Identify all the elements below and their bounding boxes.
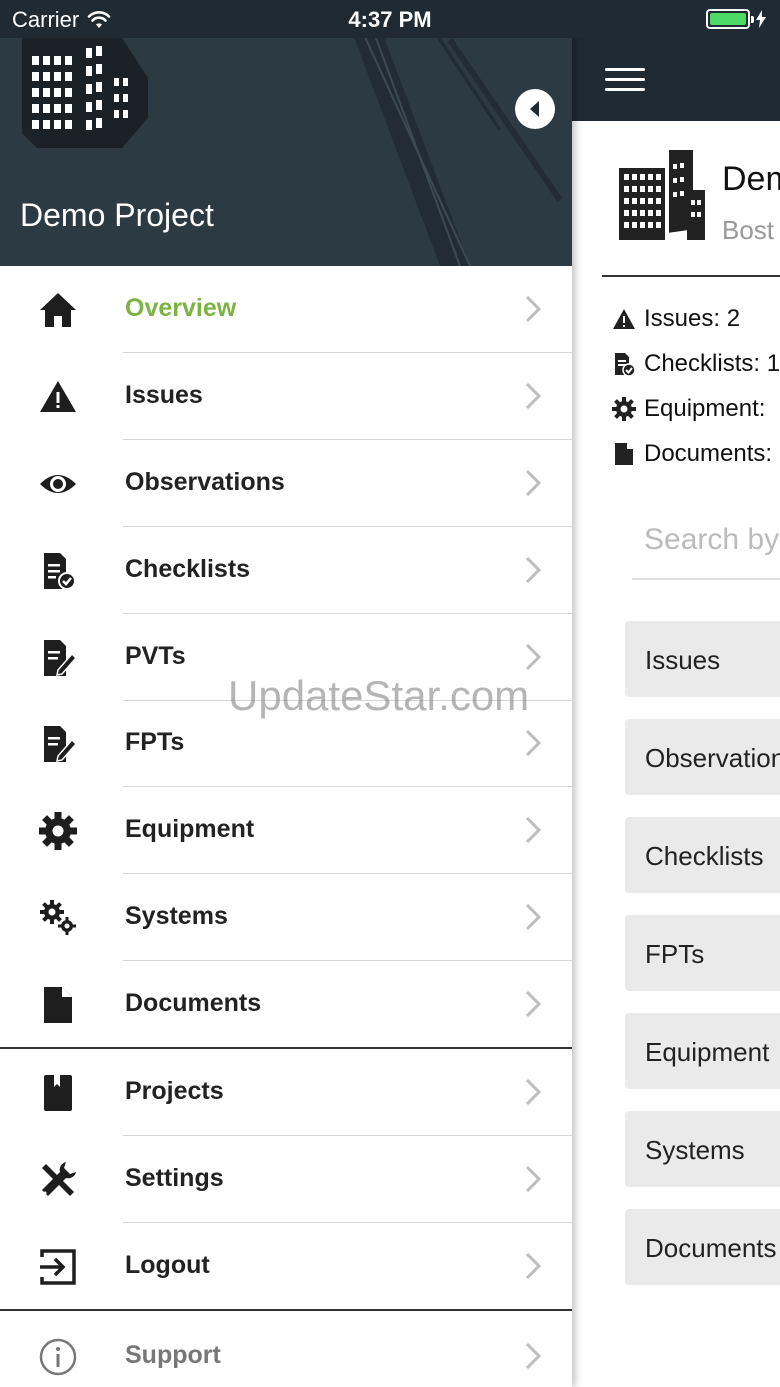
- chevron-right-icon: [525, 382, 542, 410]
- menu-item-label: Support: [125, 1341, 221, 1369]
- menu-item-label: Overview: [125, 294, 237, 322]
- chevron-right-icon: [525, 1165, 542, 1193]
- battery-icon: [706, 9, 754, 29]
- menu-item-label: FPTs: [125, 728, 185, 756]
- menu-item-settings[interactable]: Settings: [0, 1136, 572, 1223]
- stat-equipment: Equipment:: [612, 395, 765, 423]
- checklist-icon: [615, 353, 636, 376]
- menu-item-label: Projects: [125, 1077, 224, 1105]
- document-icon: [615, 443, 633, 465]
- building-logo: [22, 38, 148, 148]
- header-divider: [602, 275, 780, 277]
- quick-link-systems[interactable]: Systems: [625, 1111, 780, 1187]
- menu-item-projects[interactable]: Projects: [0, 1049, 572, 1136]
- tools-icon: [42, 1162, 76, 1196]
- menu-item-logout[interactable]: Logout: [0, 1223, 572, 1310]
- quick-link-fpts[interactable]: FPTs: [625, 915, 780, 991]
- chevron-right-icon: [525, 729, 542, 757]
- eye-icon: [40, 475, 76, 493]
- project-name: Demo Project: [20, 197, 214, 233]
- quick-link-label: Systems: [645, 1135, 745, 1165]
- menu-item-pvts[interactable]: PVTs: [0, 614, 572, 701]
- caret-left-icon: [530, 101, 539, 117]
- logout-icon: [40, 1249, 76, 1285]
- stat-issues-label: Issues: 2: [644, 305, 741, 332]
- warning-icon: [613, 309, 635, 329]
- menu-item-checklists[interactable]: Checklists: [0, 527, 572, 614]
- chevron-right-icon: [525, 469, 542, 497]
- hamburger-menu-icon[interactable]: [605, 68, 645, 92]
- stat-equipment-label: Equipment:: [644, 395, 766, 422]
- drawer-header: Demo Project: [0, 0, 572, 266]
- quick-link-issues[interactable]: Issues: [625, 621, 780, 697]
- menu-item-systems[interactable]: Systems: [0, 874, 572, 961]
- collapse-drawer-button[interactable]: [515, 89, 555, 129]
- chevron-right-icon: [525, 816, 542, 844]
- warning-icon: [40, 381, 76, 412]
- clock: 4:37 PM: [348, 7, 432, 32]
- search-placeholder: Search by: [644, 523, 780, 556]
- menu-item-fpts[interactable]: FPTs: [0, 700, 572, 787]
- menu-item-label: Systems: [125, 902, 228, 930]
- stat-issues: Issues: 2: [612, 305, 740, 333]
- stat-documents: Documents:: [612, 440, 772, 468]
- stat-checklists: Checklists: 1: [612, 350, 780, 378]
- chevron-right-icon: [525, 1252, 542, 1280]
- menu-item-issues[interactable]: Issues: [0, 353, 572, 440]
- bookmark-icon: [44, 1075, 72, 1111]
- gear-icon: [39, 812, 77, 850]
- crane-background-image: [340, 0, 563, 266]
- quick-link-equipment[interactable]: Equipment: [625, 1013, 780, 1089]
- stat-documents-label: Documents:: [644, 440, 773, 467]
- menu-item-label: Equipment: [125, 815, 255, 843]
- project-title: Dem: [722, 160, 780, 198]
- quick-link-label: Documents: [645, 1233, 777, 1263]
- chevron-right-icon: [525, 556, 542, 584]
- menu-item-label: Settings: [125, 1164, 224, 1192]
- gears-icon: [40, 900, 76, 935]
- chevron-right-icon: [525, 643, 542, 671]
- project-location: Bost: [722, 215, 775, 245]
- quick-link-documents[interactable]: Documents: [625, 1209, 780, 1285]
- chevron-right-icon: [525, 1342, 542, 1370]
- info-icon: [39, 1338, 77, 1376]
- menu-item-label: Documents: [125, 989, 262, 1017]
- quick-link-label: Equipment: [645, 1037, 770, 1067]
- project-building-logo: [619, 150, 705, 240]
- menu-item-documents[interactable]: Documents: [0, 961, 572, 1048]
- quick-link-label: Issues: [645, 645, 721, 675]
- menu-item-overview[interactable]: Overview: [0, 266, 572, 353]
- quick-link-checklists[interactable]: Checklists: [625, 817, 780, 893]
- menu-item-label: Observations: [125, 468, 285, 496]
- quick-link-label: FPTs: [645, 939, 705, 969]
- menu-item-observations[interactable]: Observations: [0, 440, 572, 527]
- menu-item-label: Logout: [125, 1251, 210, 1279]
- search-input[interactable]: Search by: [632, 505, 780, 580]
- battery-indicator: [706, 9, 766, 29]
- quick-link-label: Checklists: [645, 841, 764, 871]
- menu-item-label: Issues: [125, 381, 203, 409]
- charging-bolt-icon: [756, 10, 766, 28]
- main-content: Dem Bost Issues: 2 Checklists: 1 Equipme…: [572, 0, 780, 1387]
- checklist-icon: [44, 553, 76, 590]
- section-divider: [0, 1309, 572, 1311]
- side-drawer: Demo Project Overview Issues Observation…: [0, 0, 572, 1387]
- home-icon: [40, 293, 76, 327]
- edit-document-icon: [44, 726, 78, 762]
- menu-item-label: PVTs: [125, 642, 186, 670]
- status-bar: Carrier 4:37 PM: [0, 0, 780, 38]
- chevron-right-icon: [525, 1078, 542, 1106]
- stat-checklists-label: Checklists: 1: [644, 350, 780, 377]
- menu-item-support[interactable]: Support: [0, 1313, 572, 1387]
- menu-item-equipment[interactable]: Equipment: [0, 787, 572, 874]
- quick-link-label: Observations: [645, 743, 780, 773]
- chevron-right-icon: [525, 903, 542, 931]
- chevron-right-icon: [525, 295, 542, 323]
- gear-icon: [612, 397, 636, 421]
- edit-document-icon: [44, 640, 78, 676]
- document-icon: [44, 987, 72, 1023]
- chevron-right-icon: [525, 990, 542, 1018]
- menu-item-label: Checklists: [125, 555, 251, 583]
- quick-link-observations[interactable]: Observations: [625, 719, 780, 795]
